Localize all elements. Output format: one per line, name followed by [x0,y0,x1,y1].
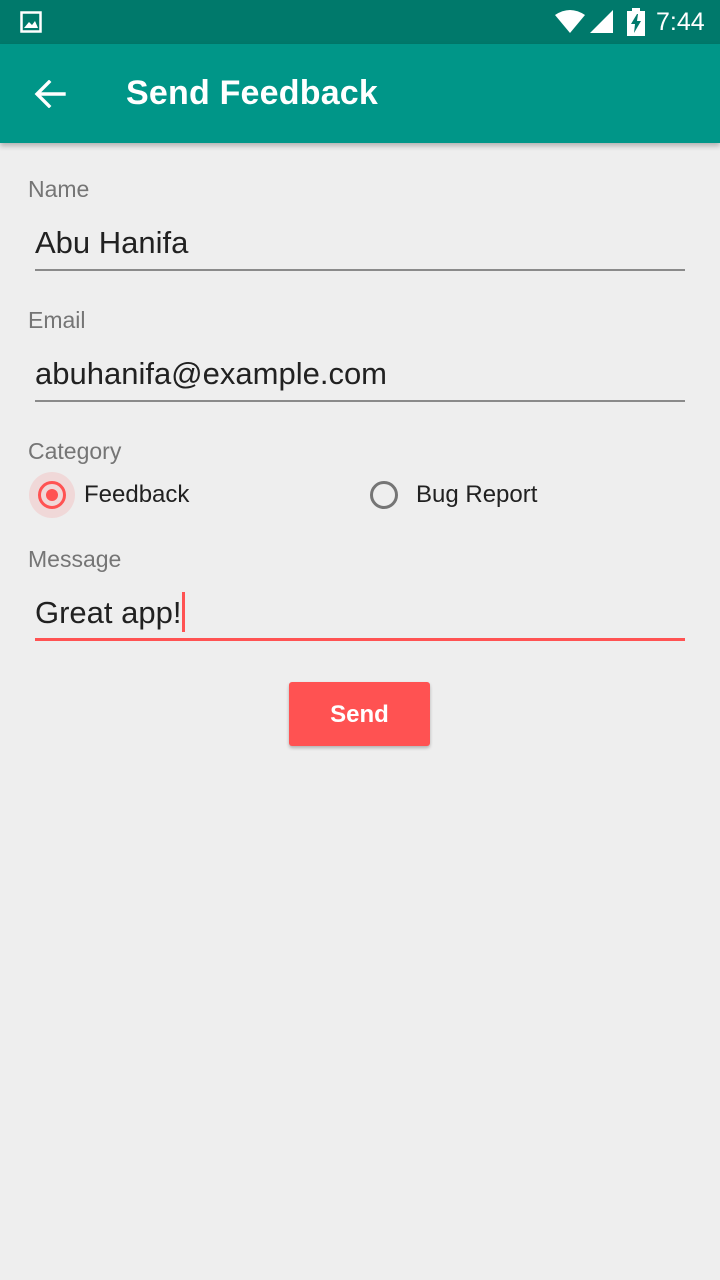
page-title: Send Feedback [126,74,379,112]
radio-checked-icon [38,481,66,509]
name-label: Name [28,176,90,202]
text-cursor [182,592,186,632]
send-button-label: Send [330,701,389,728]
message-underline [35,638,685,641]
send-button[interactable]: Send [289,682,430,746]
clock: 7:44 [656,8,705,36]
radio-feedback-label: Feedback [84,481,190,508]
message-value-wrapper: Great app! [35,592,186,635]
back-button[interactable] [20,70,80,118]
app-bar: Send Feedback [0,44,720,143]
radio-bug-report[interactable]: Bug Report [370,478,610,518]
name-value: Abu Hanifa [35,225,189,260]
email-field[interactable]: abuhanifa@example.com [35,352,685,402]
arrow-back-icon [34,80,66,108]
message-field[interactable]: Great app! [35,591,685,641]
email-underline [35,400,685,402]
status-bar: 7:44 [0,0,720,44]
email-value: abuhanifa@example.com [35,356,388,391]
radio-unchecked-icon [370,481,398,509]
battery-charging-icon [627,8,645,36]
category-label: Category [28,438,122,464]
radio-feedback[interactable]: Feedback [29,472,258,518]
gallery-icon [20,11,42,33]
signal-icon [590,10,613,33]
message-label: Message [28,546,122,572]
email-label: Email [28,307,86,333]
radio-bug-report-label: Bug Report [416,481,538,508]
wifi-icon [555,10,585,33]
name-field[interactable]: Abu Hanifa [35,221,685,271]
message-value: Great app! [35,595,182,631]
name-underline [35,269,685,271]
